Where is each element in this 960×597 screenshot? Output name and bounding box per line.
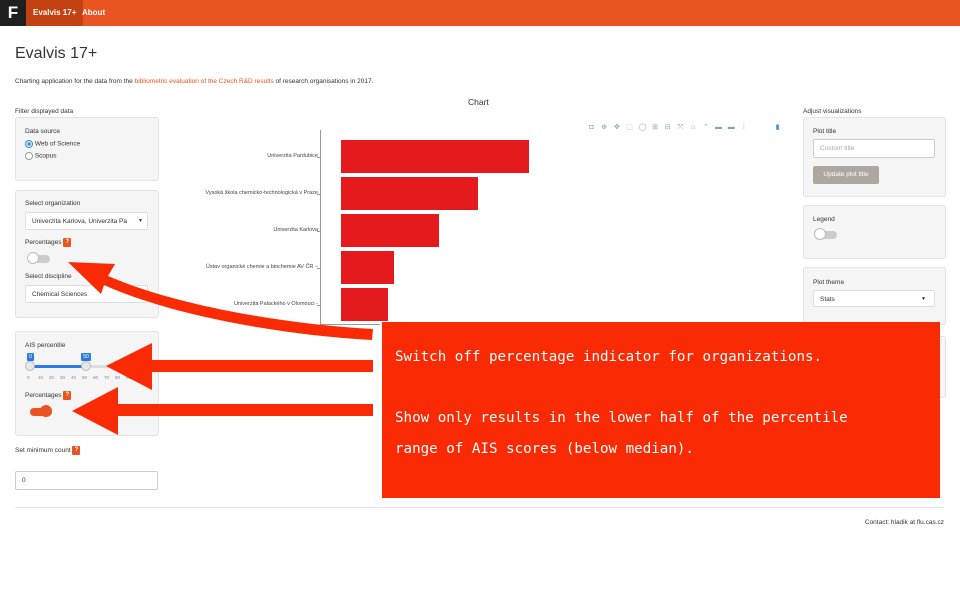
- callout-line: range of AIS scores (below median).: [395, 441, 694, 457]
- instruction-callout: Switch off percentage indicator for orga…: [382, 322, 940, 580]
- arrow-to-org-percentages: [68, 262, 373, 340]
- callout-line: Show only results in the lower half of t…: [395, 410, 848, 426]
- callout-line: see what proportion of articles in Chemi…: [395, 533, 840, 550]
- callout-line: Switch off percentage indicator for orga…: [395, 348, 823, 365]
- callout-line: Turn on percentage indicator for percent…: [395, 502, 848, 519]
- arrow-to-ais-slider: [106, 343, 373, 390]
- footer-divider: [15, 507, 944, 508]
- callout-line: each institution publishes in the select…: [395, 564, 814, 581]
- arrow-to-ais-percentages: [72, 387, 373, 435]
- footer-contact: Contact: hladik at flu.cas.cz: [864, 519, 944, 526]
